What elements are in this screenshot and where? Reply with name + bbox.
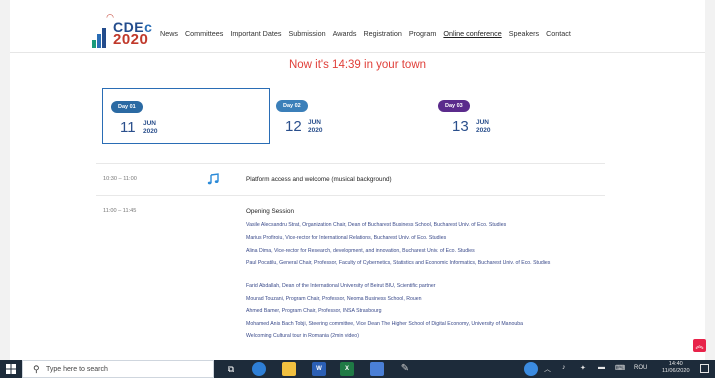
session-time: 11:00 – 11:45: [103, 208, 137, 214]
day-number: 12: [285, 118, 302, 135]
row-divider: [96, 163, 605, 164]
notification-center-icon[interactable]: [700, 364, 709, 373]
start-button[interactable]: [0, 360, 22, 378]
clock-time: 14:40: [668, 361, 683, 367]
day-tab-1[interactable]: Day 01 11 JUN 2020: [102, 88, 270, 144]
paint-app-icon[interactable]: ✎: [398, 362, 412, 376]
speaker-line: Mohamed Anis Bach Tobji, Steering commit…: [246, 321, 523, 327]
speaker-line: Paul Pocatilu, General Chair, Professor,…: [246, 260, 551, 266]
keyboard-icon[interactable]: ⌨: [615, 364, 625, 372]
excel-app-icon[interactable]: X: [340, 362, 354, 376]
speaker-line: Farid Abdallah, Dean of the Internationa…: [246, 283, 436, 289]
speaker-line: Marius Profiroiu, Vice-rector for Intern…: [246, 235, 447, 241]
session-title: Platform access and welcome (musical bac…: [246, 176, 392, 183]
edge-browser-icon[interactable]: [252, 362, 266, 376]
word-app-icon[interactable]: W: [312, 362, 326, 376]
day-tab-3[interactable]: Day 03 13 JUN 2020: [438, 88, 606, 144]
day-number: 11: [120, 119, 136, 136]
nav-link-online-conference[interactable]: Online conference: [443, 29, 501, 38]
day-pill: Day 03: [438, 100, 470, 112]
search-placeholder: Type here to search: [46, 366, 108, 373]
nav-link-speakers[interactable]: Speakers: [509, 29, 539, 38]
people-icon[interactable]: [524, 362, 538, 376]
day-pill: Day 01: [111, 101, 143, 113]
scroll-top-button[interactable]: ︽: [693, 339, 706, 352]
windows-logo-icon: [6, 364, 16, 374]
day-year: 2020: [476, 127, 491, 134]
network-icon[interactable]: ✦: [580, 364, 586, 372]
taskbar-search-box[interactable]: ⚲ Type here to search: [22, 360, 214, 378]
browser-viewport: ◠ CDEc 2020 News Committees Important Date…: [0, 0, 715, 378]
logo-bars-icon: [92, 26, 110, 48]
task-view-icon[interactable]: ⧉: [224, 362, 238, 376]
day-month: JUN: [143, 120, 157, 127]
nav-link-submission[interactable]: Submission: [288, 29, 325, 38]
language-indicator[interactable]: ROU: [634, 365, 647, 371]
day-pill: Day 02: [276, 100, 308, 112]
speaker-line: Alina Dima, Vice-rector for Research, de…: [246, 248, 475, 254]
session-time: 10:30 – 11:00: [103, 176, 137, 182]
header-separator: [10, 52, 705, 53]
row-divider: [96, 195, 605, 196]
nav-link-committees[interactable]: Committees: [185, 29, 223, 38]
speaker-line: Ahmed Bamer, Program Chair, Professor, I…: [246, 308, 382, 314]
day-year: 2020: [308, 127, 323, 134]
system-clock[interactable]: 14:40 11/06/2020: [662, 361, 690, 375]
chevron-up-icon: ︽: [695, 341, 704, 350]
day-month: JUN: [308, 119, 322, 126]
speaker-line: Vasile Alecsandru Strat, Organization Ch…: [246, 222, 507, 228]
music-note-icon: [207, 172, 219, 185]
day-month: JUN: [476, 119, 490, 126]
nav-link-registration[interactable]: Registration: [363, 29, 401, 38]
day-year: 2020: [143, 128, 158, 135]
nav-link-contact[interactable]: Contact: [546, 29, 571, 38]
nav-link-awards[interactable]: Awards: [333, 29, 357, 38]
teams-app-icon[interactable]: [370, 362, 384, 376]
volume-icon[interactable]: ♪: [562, 364, 566, 371]
logo-year: 2020: [113, 31, 149, 48]
tray-chevron-up-icon[interactable]: ︿: [544, 364, 551, 374]
nav-link-program[interactable]: Program: [409, 29, 437, 38]
file-explorer-icon[interactable]: [282, 362, 296, 376]
cdec-logo[interactable]: ◠ CDEc 2020: [92, 12, 152, 50]
current-time-banner: Now it's 14:39 in your town: [288, 59, 427, 71]
nav-link-news[interactable]: News: [160, 29, 178, 38]
clock-date: 11/06/2020: [662, 368, 690, 374]
session-title: Opening Session: [246, 208, 294, 215]
main-nav: News Committees Important Dates Submission A…: [160, 29, 578, 38]
nav-link-important-dates[interactable]: Important Dates: [230, 29, 281, 38]
battery-icon[interactable]: ▬: [598, 364, 605, 371]
day-number: 13: [452, 118, 469, 135]
speaker-line[interactable]: Welcoming Cultural tour in Romania (2min…: [246, 333, 359, 339]
day-tab-2[interactable]: Day 02 12 JUN 2020: [270, 88, 438, 144]
speaker-line: Mourad Touzani, Program Chair, Professor…: [246, 296, 422, 302]
windows-taskbar: ⚲ Type here to search ⧉ W X ✎ ︿ ♪ ✦ ▬ ⌨ …: [0, 360, 715, 378]
search-icon: ⚲: [33, 364, 40, 374]
